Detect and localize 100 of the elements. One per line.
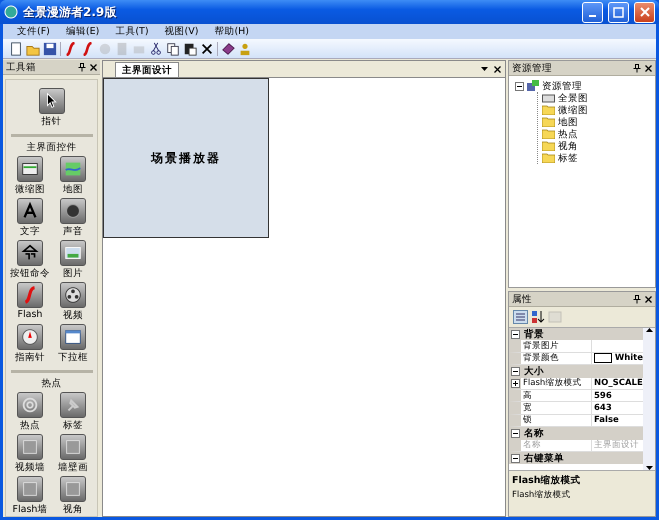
property-value: 596 [593,390,613,401]
menu-item[interactable]: 文件(F) [11,25,56,38]
tool-label: 指南针 [15,351,45,364]
category-label: 大小 [524,364,544,378]
menu-item[interactable]: 帮助(H) [208,25,256,38]
description-text: Flash缩放模式 [512,489,572,501]
property-value: NO_SCALE [593,378,643,388]
delete-icon[interactable] [200,42,214,56]
group-title: 主界面控件 [26,141,76,154]
tool-label: 墙壁画 [58,461,88,474]
framed-picture-icon [20,479,40,499]
property-name: 高 [521,390,592,402]
collapse-icon[interactable] [511,366,520,376]
dropdown-icon[interactable] [481,67,488,71]
folder-icon [542,141,555,151]
close-icon[interactable] [645,64,652,72]
maximize-icon [613,6,624,18]
menu-item[interactable]: 工具(T) [109,25,155,38]
menu-item[interactable]: 视图(V) [158,25,204,38]
panel-title: 资源管理 [512,62,553,74]
tree-item[interactable]: 全景图 [558,92,588,104]
tool-button[interactable] [17,156,43,182]
minimize-button[interactable] [582,2,603,22]
tool-label: 图片 [63,267,83,280]
close-icon[interactable] [90,64,97,70]
window-title: 全景漫游者2.9版 [23,4,118,20]
category-label: 右键菜单 [524,452,564,465]
framed-picture-icon [63,479,83,499]
tool-button[interactable] [60,324,86,350]
collapse-icon[interactable] [515,82,524,90]
close-icon[interactable] [494,66,501,72]
scroll-down-icon[interactable] [646,466,652,470]
property-value: 主界面设计 [593,439,640,452]
document-tab[interactable]: 主界面设计 [115,62,179,77]
target-icon [20,395,40,415]
close-icon [640,7,650,17]
tree-item[interactable]: 地图 [558,116,578,128]
tool-label: 标签 [63,419,83,432]
cut-icon[interactable] [149,42,163,56]
pin-icon[interactable] [633,64,641,72]
film-reel-icon [63,285,83,305]
close-icon[interactable] [645,296,652,302]
maximize-button[interactable] [608,2,629,22]
tree-item[interactable]: 资源管理 [542,80,582,92]
tool-button[interactable] [17,324,43,350]
close-button[interactable] [634,2,655,22]
collapse-icon[interactable] [511,330,520,339]
pin-icon[interactable] [78,62,86,72]
drive-icon [542,93,555,103]
tool-button[interactable] [60,282,86,308]
tool-label: 指针 [42,115,62,128]
tool-button[interactable] [60,240,86,266]
tool-label: 文字 [20,225,40,238]
tool-button[interactable] [17,240,43,266]
tool-label: 按钮命令 [10,267,50,280]
property-name: 宽 [521,402,592,414]
property-name: 背景颜色 [520,352,592,364]
tool-label: 视频 [63,309,83,322]
list-icon [63,327,83,347]
categorized-icon[interactable] [513,310,528,324]
tool-button[interactable] [38,88,64,114]
paste-icon[interactable] [183,42,197,56]
tool-label: Flash墙 [12,503,48,516]
collapse-icon[interactable] [511,428,520,438]
sort-icon[interactable] [531,310,545,324]
folder-icon [542,105,555,115]
tree-item[interactable]: 标签 [558,152,578,164]
globe-icon [4,5,18,19]
tool-label: 声音 [63,225,83,238]
new-icon[interactable] [9,42,23,56]
pin-icon[interactable] [633,294,641,304]
copy-icon[interactable] [166,42,180,56]
tool-label: 地图 [63,183,83,196]
scene-player: 场景播放器 [103,78,269,238]
save-icon[interactable] [43,42,57,56]
group-title: 热点 [42,377,62,390]
tree-item[interactable]: 热点 [558,128,578,140]
scroll-up-icon[interactable] [646,328,652,332]
compass-icon [20,327,40,347]
tool-label: Flash [18,309,42,320]
tree-item[interactable]: 视角 [558,140,578,152]
property-value: False [593,415,620,426]
category-label: 名称 [524,426,544,440]
tool-label: 下拉框 [58,351,88,364]
property-name: Flash缩放模式 [521,378,592,389]
tree-item[interactable]: 微缩图 [558,104,588,116]
menu-item[interactable]: 编辑(E) [60,25,106,38]
property-name: 锁 [521,414,592,426]
folder-icon [542,153,555,163]
framed-picture-icon [63,437,83,457]
collapse-icon[interactable] [511,454,520,463]
category-label: 背景 [524,328,544,341]
tool-label: 视角 [63,503,83,516]
folder-icon [542,117,555,127]
tool-button[interactable] [60,198,86,224]
description-title: Flash缩放模式 [512,474,582,487]
expand-icon[interactable] [510,378,520,388]
tool-button[interactable] [17,198,43,224]
property-value: 643 [593,403,613,414]
property-name: 名称 [521,440,592,451]
